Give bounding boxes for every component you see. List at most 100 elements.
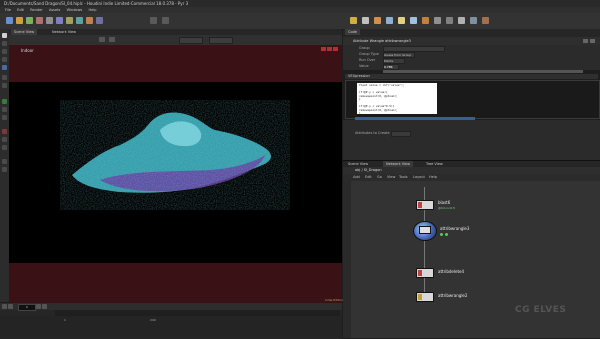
node-blast6[interactable] — [416, 200, 434, 210]
help-icon[interactable] — [590, 39, 595, 43]
scale-tool-icon[interactable] — [2, 57, 7, 62]
menu-help[interactable]: Help — [89, 8, 97, 12]
draw-curve-tool-icon[interactable] — [96, 17, 103, 24]
camera-icon[interactable] — [434, 17, 441, 24]
display-options-icon[interactable] — [99, 37, 105, 42]
network-path-bar: obj / SI_Dragon — [343, 167, 600, 174]
frame-input[interactable]: 1 — [18, 304, 36, 311]
node-attribdelete4[interactable] — [416, 268, 434, 278]
window-title: D:/Documents/Sand Dragon/SI_04.hiplc - H… — [4, 1, 189, 6]
point-light-icon[interactable] — [350, 17, 357, 24]
attributes-to-create-label: Attributes to Create — [355, 131, 390, 135]
menu-windows[interactable]: Windows — [67, 8, 83, 12]
network-path[interactable]: obj / SI_Dragon — [355, 168, 382, 172]
menu-render[interactable]: Render — [30, 8, 42, 12]
sphere-tool-icon[interactable] — [16, 17, 23, 24]
light-tool-icon[interactable] — [162, 17, 169, 24]
circle-tool-icon[interactable] — [76, 17, 83, 24]
line-tool-icon[interactable] — [66, 17, 73, 24]
sun-light-icon[interactable] — [422, 17, 429, 24]
persp-dropdown[interactable] — [179, 37, 203, 44]
wire — [424, 187, 425, 201]
snap-point-icon[interactable] — [2, 115, 7, 120]
measure-icon[interactable] — [2, 167, 7, 172]
node-sub-blast6: @Cd.x<0.5 — [438, 206, 456, 210]
snap-prim-icon[interactable] — [2, 107, 7, 112]
record-icon[interactable] — [2, 129, 7, 134]
node-title: Attribute Wrangle attribwrangle3 — [353, 39, 411, 43]
param-header: Attribute Wrangle attribwrangle3 — [343, 37, 600, 45]
vexpression-label: VEXpression — [345, 74, 598, 79]
render-flag-icon — [321, 47, 326, 51]
value-slider[interactable] — [383, 70, 583, 73]
network-side-tools — [343, 181, 351, 338]
play-forward-icon[interactable] — [8, 304, 13, 309]
net-menu-help[interactable]: Help — [429, 175, 437, 179]
grid-tool-icon[interactable] — [46, 17, 53, 24]
switcher-icon[interactable] — [470, 17, 477, 24]
tube-tool-icon[interactable] — [26, 17, 33, 24]
stereo-camera-icon[interactable] — [446, 17, 453, 24]
geometry-light-icon[interactable] — [386, 17, 393, 24]
net-menu-tools[interactable]: Tools — [399, 175, 408, 179]
status-dot-icon — [440, 233, 443, 236]
net-menu-view[interactable]: View — [387, 175, 395, 179]
wireframe-icon[interactable] — [109, 37, 115, 42]
snap-grid-icon[interactable] — [2, 99, 7, 104]
view-tool-icon[interactable] — [2, 83, 7, 88]
pose-tool-icon[interactable] — [2, 75, 7, 80]
net-menu-go[interactable]: Go — [377, 175, 382, 179]
bypass-flag-icon[interactable] — [418, 270, 422, 276]
lock-icon[interactable] — [2, 145, 7, 150]
bypass-flag-icon[interactable] — [418, 202, 422, 208]
code-line: float value = chf("value"); — [359, 83, 405, 87]
code-line: } — [359, 97, 361, 101]
camera-dropdown[interactable] — [209, 37, 233, 44]
param-label-group: Group — [359, 46, 370, 50]
handle-tool-icon[interactable] — [2, 65, 7, 70]
attributes-section: Attributes to Create — [343, 120, 600, 160]
menu-assets[interactable]: Assets — [49, 8, 60, 12]
range-start[interactable]: 1 — [64, 318, 66, 322]
environment-light-icon[interactable] — [410, 17, 417, 24]
playbar — [0, 303, 342, 310]
net-menu-layout[interactable]: Layout — [413, 175, 425, 179]
box-tool-icon[interactable] — [6, 17, 13, 24]
vex-code-editor[interactable]: float value = chf("value"); if(@P.y > va… — [345, 80, 600, 119]
sky-light-icon[interactable] — [398, 17, 405, 24]
tab-parameters[interactable]: Code — [345, 29, 360, 35]
spot-light-icon[interactable] — [362, 17, 369, 24]
display-flag-icon[interactable] — [418, 294, 422, 300]
jump-end-icon[interactable] — [42, 304, 47, 309]
node-attribwrangle2[interactable] — [416, 292, 434, 302]
gear-icon[interactable] — [583, 39, 588, 43]
point-cloud-dragon — [60, 100, 290, 210]
net-menu-add[interactable]: Add — [353, 175, 360, 179]
group-icon[interactable] — [2, 159, 7, 164]
node-attribwrangle3[interactable] — [419, 226, 431, 234]
node-label-attribwrangle3: attribwrangle3 — [440, 226, 470, 231]
attributes-field[interactable] — [391, 131, 411, 137]
rotate-tool-icon[interactable] — [2, 49, 7, 54]
area-light-icon[interactable] — [374, 17, 381, 24]
menu-file[interactable]: File — [5, 8, 11, 12]
vr-camera-icon[interactable] — [458, 17, 465, 24]
move-tool-icon[interactable] — [2, 41, 7, 46]
net-menu-edit[interactable]: Edit — [365, 175, 372, 179]
play-back-icon[interactable] — [2, 304, 7, 309]
null-tool-icon[interactable] — [56, 17, 63, 24]
edition-label: Indie Edition — [325, 298, 344, 302]
param-label-group-type: Group Type — [359, 52, 379, 56]
menu-edit[interactable]: Edit — [17, 8, 24, 12]
range-end[interactable]: 240 — [150, 318, 156, 322]
gamepad-camera-icon[interactable] — [482, 17, 489, 24]
select-tool-icon[interactable] — [2, 33, 7, 38]
step-forward-icon[interactable] — [36, 304, 41, 309]
torus-tool-icon[interactable] — [36, 17, 43, 24]
curve-tool-icon[interactable] — [86, 17, 93, 24]
status-bar: 1 240 — [0, 316, 342, 338]
viewport-status-icons — [320, 47, 338, 52]
camera-tool-icon[interactable] — [150, 17, 157, 24]
pin-icon[interactable] — [2, 137, 7, 142]
code-line: removepoint(0, @ptnum); — [359, 93, 398, 98]
